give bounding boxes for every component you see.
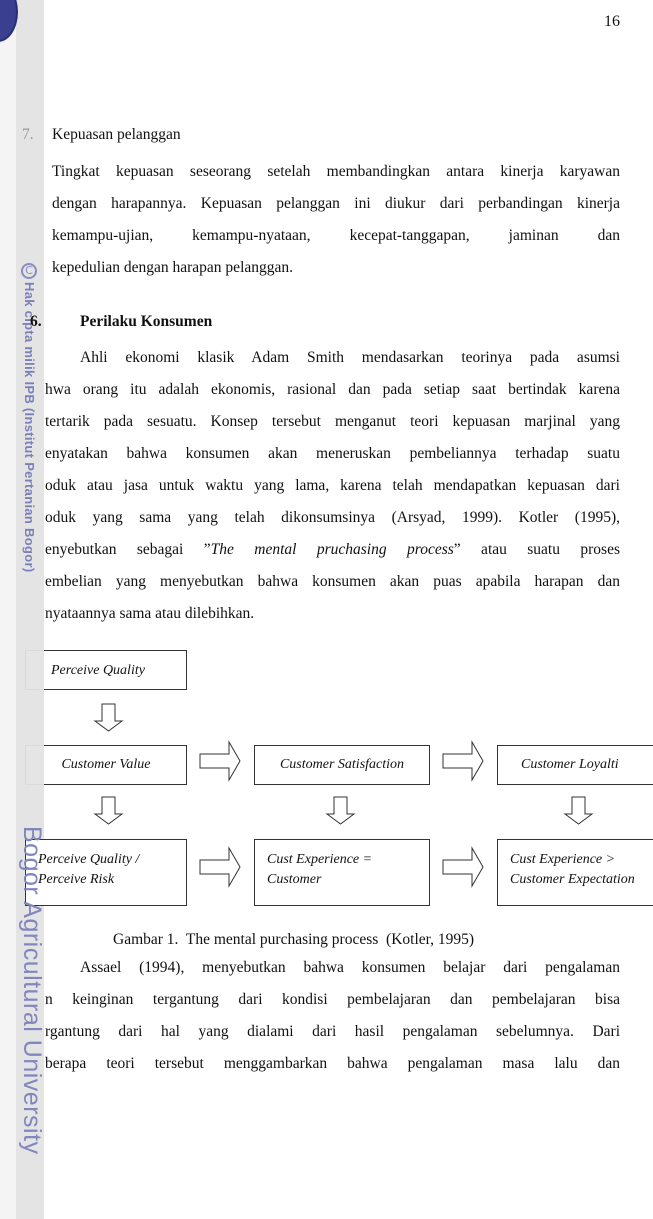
box-line: Perceive Risk [38,872,115,887]
text-run: ” atau suatu proses [453,541,620,558]
paragraph-line: embelian yang menyebutkan bahwa konsumen… [45,573,620,590]
section-number: 6. [30,313,42,330]
page-number: 16 [604,13,620,30]
watermark-overlay [25,745,44,785]
paragraph-line: Tingkat kepuasan seseorang setelah memba… [52,163,620,180]
paragraph-line: oduk yang sama yang telah dikonsumsinya … [45,509,620,526]
paragraph-line: tertarik pada sesuatu. Konsep tersebut m… [45,413,620,430]
paragraph-line: n keinginan tergantung dari kondisi pemb… [45,991,620,1008]
box-customer-satisfaction: Customer Satisfaction [254,745,430,785]
watermark-overlay [25,650,44,690]
right-arrow-icon [442,846,484,888]
paragraph-line: enyatakan bahwa konsumen akan meneruskan… [45,445,620,462]
box-cust-experience-equal: Cust Experience = Customer [254,839,430,906]
paragraph-line: berapa teori tersebut menggambarkan bahw… [45,1055,620,1072]
paragraph-line: dengan harapannya. Kepuasan pelanggan in… [52,195,620,212]
watermark-strip-outer [0,0,16,1219]
item-title: Kepuasan pelanggan [52,126,181,143]
copyright-icon: C [21,263,37,279]
down-arrow-icon [93,703,124,732]
paragraph-line: oduk atau jasa untuk waktu yang lama, ka… [45,477,620,494]
paragraph-line: enyebutkan sebagai ”The mental pruchasin… [45,534,620,566]
box-line: Customer [267,872,322,887]
paragraph-line: rgantung dari hal yang dialami dari hasi… [45,1023,620,1040]
paragraph-line: nyataannya sama atau dilebihkan. [45,605,255,622]
box-customer-value: Customer Value [25,745,187,785]
paragraph-line: kepedulian dengan harapan pelanggan. [52,259,294,276]
box-line: Customer Expectation [510,872,635,887]
box-perceive-quality-risk: Perceive Quality / Perceive Risk [25,839,187,906]
paragraph-line: hwa orang itu adalah ekonomis, rasional … [45,381,620,398]
section-paragraph: Ahli ekonomi klasik Adam Smith mendasark… [45,342,620,630]
italic-term: The mental pruchasing process [210,541,454,558]
box-cust-experience-greater: Cust Experience > Customer Expectation [497,839,653,906]
box-line: Perceive Quality / [38,852,140,867]
paragraph-line: Ahli ekonomi klasik Adam Smith mendasark… [80,349,620,366]
paragraph-line: kemampu-ujian, kemampu-nyataan, kecepat-… [52,227,620,244]
figure-caption: Gambar 1. The mental purchasing process … [113,931,475,948]
right-arrow-icon [199,846,241,888]
item7-paragraph: Tingkat kepuasan seseorang setelah memba… [52,156,620,284]
section-title: Perilaku Konsumen [80,313,213,330]
box-customer-loyalti: Customer Loyalti [497,745,653,785]
box-line: Cust Experience > [510,852,616,867]
box-perceive-quality: Perceive Quality [25,650,187,690]
closing-paragraph: Assael (1994), menyebutkan bahwa konsume… [45,952,620,1080]
right-arrow-icon [199,740,241,782]
down-arrow-icon [563,796,594,825]
watermark-university-text: Bogor Agricultural University [18,826,46,1155]
paragraph-line: Assael (1994), menyebutkan bahwa konsume… [80,959,620,976]
text-run: enyebutkan sebagai ” [45,541,211,558]
down-arrow-icon [325,796,356,825]
right-arrow-icon [442,740,484,782]
down-arrow-icon [93,796,124,825]
box-line: Cust Experience = [267,852,373,867]
list-number: 7. [22,126,34,143]
